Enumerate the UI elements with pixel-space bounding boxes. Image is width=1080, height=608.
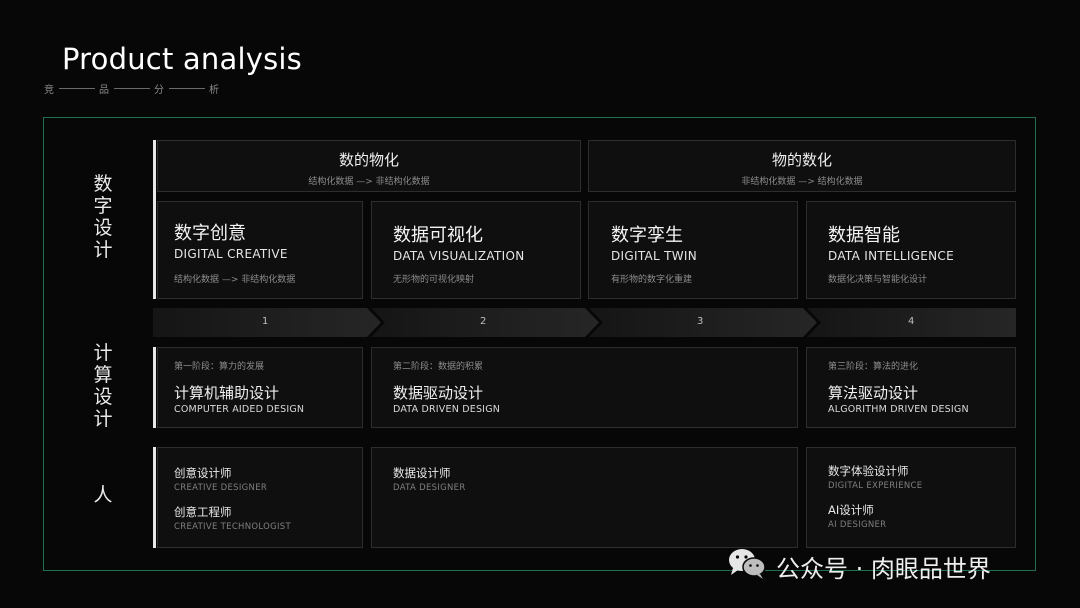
phase-label: 第一阶段：算力的发展 <box>174 362 265 372</box>
category-title-en: DIGITAL TWIN <box>611 249 698 263</box>
phase-title-cn: 数据驱动设计 <box>393 384 484 402</box>
role-title-cn: AI设计师 <box>828 503 874 517</box>
phase-title-en: ALGORITHM DRIVEN DESIGN <box>828 404 969 415</box>
row-label-char: 数 <box>93 173 113 195</box>
row-label-digital-design: 数 字 设 计 <box>86 173 120 261</box>
row-label-char: 设 <box>93 217 113 239</box>
step-number: 3 <box>697 316 704 327</box>
role-title-en: CREATIVE DESIGNER <box>174 483 268 493</box>
category-desc: 结构化数据 —> 非结构化数据 <box>174 275 296 285</box>
phase-label: 第三阶段：算法的进化 <box>828 362 919 372</box>
subtitle-char: 品 <box>99 85 110 96</box>
watermark-text: 公众号 · 肉眼品世界 <box>776 554 991 583</box>
category-title-cn: 数字孪生 <box>611 225 683 246</box>
role-title-en: DIGITAL EXPERIENCE <box>828 481 923 491</box>
step-number: 1 <box>262 316 269 327</box>
subtitle-char: 竞 <box>44 85 55 96</box>
subtitle-divider <box>59 88 95 89</box>
category-card-digital-creative: 数字创意 DIGITAL CREATIVE 结构化数据 —> 非结构化数据 <box>157 201 363 299</box>
category-title-cn: 数据可视化 <box>393 225 483 246</box>
header-title: 数的物化 <box>338 151 399 169</box>
role-card-experience-ai: 数字体验设计师 DIGITAL EXPERIENCE AI设计师 AI DESI… <box>806 447 1016 548</box>
phase-title-en: DATA DRIVEN DESIGN <box>393 404 501 415</box>
row-label-computational-design: 计 算 设 计 <box>86 342 120 430</box>
role-title-cn: 数据设计师 <box>393 466 451 480</box>
category-card-data-intelligence: 数据智能 DATA INTELLIGENCE 数据化决策与智能化设计 <box>806 201 1016 299</box>
row-label-char: 计 <box>93 239 113 261</box>
role-title-en: AI DESIGNER <box>828 520 887 530</box>
row-accent-bar <box>153 447 156 548</box>
step-number: 4 <box>908 316 915 327</box>
category-desc: 有形物的数字化重建 <box>611 275 693 285</box>
step-arrow-band <box>153 308 1016 337</box>
role-title-cn: 创意工程师 <box>174 505 232 519</box>
role-title-en: CREATIVE TECHNOLOGIST <box>174 522 291 532</box>
header-box-materialization: 数的物化 结构化数据 —> 非结构化数据 <box>157 140 581 192</box>
phase-title-cn: 算法驱动设计 <box>828 384 919 402</box>
role-title-en: DATA DESIGNER <box>393 483 466 493</box>
row-label-char: 算 <box>93 364 113 386</box>
phase-title-cn: 计算机辅助设计 <box>174 384 280 402</box>
phase-title-en: COMPUTER AIDED DESIGN <box>174 404 305 415</box>
category-desc: 无形物的可视化映射 <box>393 275 475 285</box>
category-title-en: DATA INTELLIGENCE <box>828 249 954 263</box>
row-label-char: 计 <box>93 342 113 364</box>
row-label-char: 人 <box>93 484 113 506</box>
header-box-digitization: 物的数化 非结构化数据 —> 结构化数据 <box>588 140 1016 192</box>
header-title: 物的数化 <box>771 151 832 169</box>
category-desc: 数据化决策与智能化设计 <box>828 275 928 285</box>
category-card-data-visualization: 数据可视化 DATA VISUALIZATION 无形物的可视化映射 <box>371 201 581 299</box>
header-subtitle: 结构化数据 —> 非结构化数据 <box>308 177 430 187</box>
watermark: 公众号 · 肉眼品世界 <box>726 546 991 586</box>
phase-label: 第二阶段：数据的积累 <box>393 362 484 372</box>
role-title-cn: 数字体验设计师 <box>828 464 909 478</box>
role-card-data: 数据设计师 DATA DESIGNER <box>371 447 798 548</box>
category-card-digital-twin: 数字孪生 DIGITAL TWIN 有形物的数字化重建 <box>588 201 798 299</box>
phase-card-algorithm-driven: 第三阶段：算法的进化 算法驱动设计 ALGORITHM DRIVEN DESIG… <box>806 347 1016 428</box>
row-label-people: 人 <box>86 484 120 506</box>
page-subtitle: 竞 品 分 析 <box>44 81 220 96</box>
row-label-char: 计 <box>93 408 113 430</box>
category-title-en: DATA VISUALIZATION <box>393 249 525 263</box>
row-label-char: 字 <box>93 195 113 217</box>
wechat-icon <box>726 546 768 586</box>
subtitle-char: 析 <box>209 85 220 96</box>
row-accent-bar <box>153 347 156 428</box>
row-accent-bar <box>153 140 156 299</box>
role-title-cn: 创意设计师 <box>174 466 232 480</box>
step-number: 2 <box>480 316 487 327</box>
subtitle-char: 分 <box>154 85 165 96</box>
subtitle-divider <box>169 88 205 89</box>
category-title-en: DIGITAL CREATIVE <box>174 247 288 261</box>
category-title-cn: 数据智能 <box>828 225 900 246</box>
role-card-creative: 创意设计师 CREATIVE DESIGNER 创意工程师 CREATIVE T… <box>157 447 363 548</box>
header-subtitle: 非结构化数据 —> 结构化数据 <box>741 177 863 187</box>
subtitle-divider <box>114 88 150 89</box>
category-title-cn: 数字创意 <box>174 223 246 244</box>
phase-card-computer-aided: 第一阶段：算力的发展 计算机辅助设计 COMPUTER AIDED DESIGN <box>157 347 363 428</box>
page-title: Product analysis <box>62 42 302 76</box>
row-label-char: 设 <box>93 386 113 408</box>
phase-card-data-driven: 第二阶段：数据的积累 数据驱动设计 DATA DRIVEN DESIGN <box>371 347 798 428</box>
